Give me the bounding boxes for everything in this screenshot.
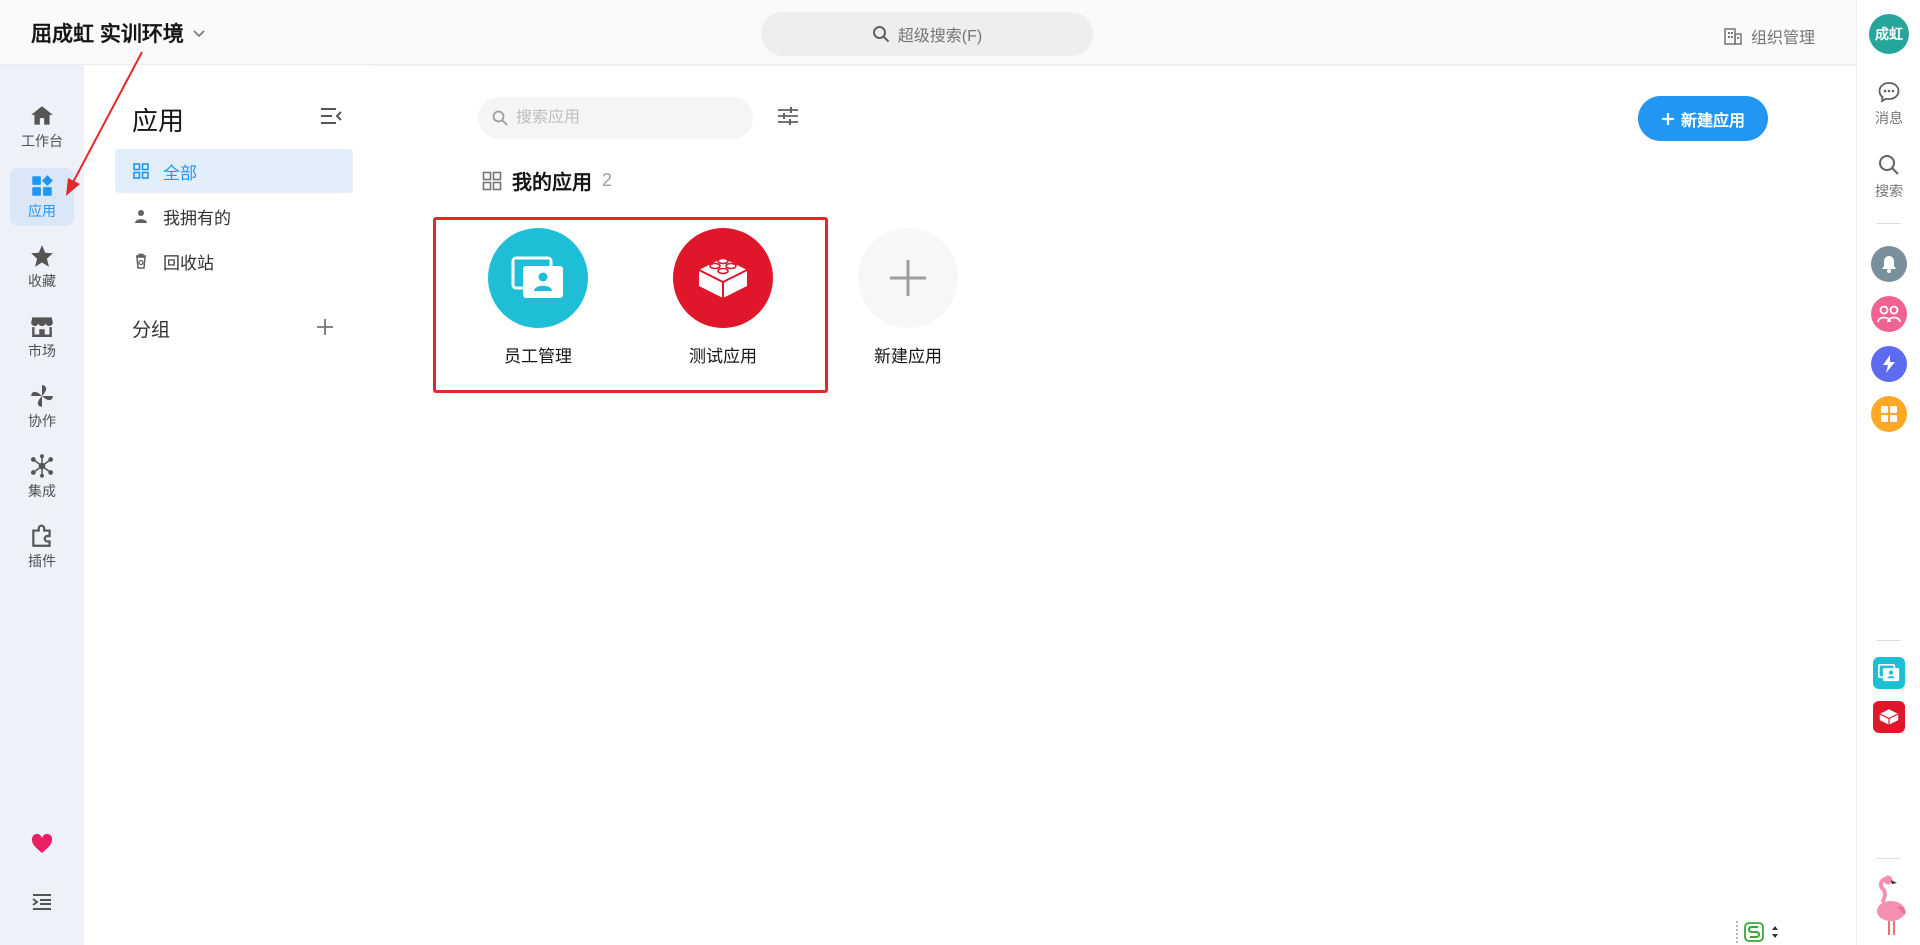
side-item-trash[interactable]: 回收站 <box>115 239 353 283</box>
brick-icon <box>1879 709 1899 725</box>
chevron-down-icon <box>193 30 205 38</box>
ime-toggle-icon <box>1772 926 1778 938</box>
person-icon <box>135 210 147 223</box>
nav-item-collab[interactable]: 协作 <box>10 378 74 436</box>
app-name: 新建应用 <box>874 347 942 366</box>
side-item-all[interactable]: 全部 <box>115 149 353 193</box>
nav-item-market[interactable]: 市场 <box>10 308 74 366</box>
flash-icon[interactable] <box>1871 346 1907 382</box>
bell-icon[interactable] <box>1871 246 1907 282</box>
new-app-card[interactable]: 新建应用 <box>843 228 973 368</box>
app-card-test[interactable]: 测试应用 <box>658 228 788 368</box>
top-header: 屈成虹 实训环境 超级搜索(F) 组织管理 <box>0 0 1856 65</box>
add-group-icon[interactable] <box>314 316 336 338</box>
app-search-box[interactable] <box>478 97 753 139</box>
messages-label: 消息 <box>1875 110 1903 126</box>
pinwheel-icon <box>31 385 53 407</box>
team-icon[interactable] <box>1871 296 1907 332</box>
search-icon <box>1879 155 1899 175</box>
search-button[interactable]: 搜索 <box>1857 153 1920 201</box>
plugin-icon <box>32 524 51 547</box>
grid-icon <box>482 171 502 190</box>
grid-app-icon[interactable] <box>1871 396 1907 432</box>
new-app-button-label: 新建应用 <box>1680 112 1745 130</box>
messages-button[interactable]: 消息 <box>1857 80 1920 128</box>
heart-icon[interactable] <box>30 832 54 856</box>
org-name: 屈成虹 实训环境 <box>31 23 184 46</box>
collapse-panel-icon[interactable] <box>318 103 344 129</box>
filter-settings-icon[interactable] <box>775 103 801 129</box>
annotation-arrow <box>66 51 143 196</box>
network-icon <box>30 454 54 478</box>
expand-menu-icon[interactable] <box>30 890 54 914</box>
section-title: 我的应用 <box>512 172 592 194</box>
app-card-employee[interactable]: 员工管理 <box>473 228 603 368</box>
new-app-button[interactable]: 新建应用 <box>1638 96 1768 141</box>
apps-icon <box>32 175 53 196</box>
my-apps-header: 我的应用 2 <box>482 166 612 195</box>
nav-item-label: 插件 <box>28 553 56 569</box>
sogou-ime-icon <box>1744 922 1764 942</box>
nav-item-integration[interactable]: 集成 <box>10 448 74 506</box>
right-bar: 成虹 消息 搜索 <box>1856 0 1920 945</box>
search-icon <box>492 110 508 126</box>
employee-card-icon <box>488 228 588 328</box>
nav-item-plugins[interactable]: 插件 <box>10 518 74 576</box>
super-search-label: 超级搜索(F) <box>897 28 983 45</box>
nav-item-label: 协作 <box>28 413 56 429</box>
search-icon <box>872 26 889 43</box>
nav-item-label: 市场 <box>28 343 56 359</box>
divider <box>1877 858 1901 859</box>
avatar[interactable]: 成虹 <box>1869 14 1909 54</box>
app-name: 测试应用 <box>689 347 757 366</box>
app-search-input[interactable] <box>516 109 736 127</box>
ime-indicator[interactable] <box>1736 919 1792 945</box>
divider <box>1877 223 1901 224</box>
divider <box>1877 640 1901 641</box>
nav-item-label: 收藏 <box>28 273 56 289</box>
plus-icon <box>1661 112 1674 125</box>
employee-card-icon <box>1878 664 1900 682</box>
side-item-owned[interactable]: 我拥有的 <box>115 194 353 238</box>
org-manage-link[interactable]: 组织管理 <box>1723 24 1815 48</box>
side-item-label: 我拥有的 <box>163 208 231 228</box>
building-icon <box>1724 28 1742 45</box>
plus-icon <box>858 228 958 328</box>
side-item-label: 全部 <box>163 163 197 183</box>
group-title: 分组 <box>132 320 171 341</box>
side-item-label: 回收站 <box>163 253 214 273</box>
trash-icon <box>136 253 146 269</box>
brick-icon <box>673 228 773 328</box>
chat-bubble-icon <box>1878 82 1900 103</box>
nav-item-favorites[interactable]: 收藏 <box>10 238 74 296</box>
app-name: 员工管理 <box>504 347 572 366</box>
nav-item-label: 工作台 <box>21 133 63 149</box>
pinned-app-employee[interactable] <box>1873 657 1905 689</box>
section-count: 2 <box>602 170 613 190</box>
ime-handle <box>1736 921 1738 943</box>
org-manage-label: 组织管理 <box>1751 30 1816 47</box>
nav-item-label: 应用 <box>28 203 56 219</box>
org-switcher[interactable]: 屈成虹 实训环境 <box>31 18 206 48</box>
store-icon <box>31 317 53 337</box>
pinned-app-test[interactable] <box>1873 701 1905 733</box>
nav-item-label: 集成 <box>28 483 56 499</box>
search-label: 搜索 <box>1875 183 1903 199</box>
flamingo-mascot-icon[interactable] <box>1867 873 1911 937</box>
star-icon <box>31 245 53 267</box>
super-search-bar[interactable]: 超级搜索(F) <box>761 12 1093 56</box>
home-icon <box>31 106 53 125</box>
